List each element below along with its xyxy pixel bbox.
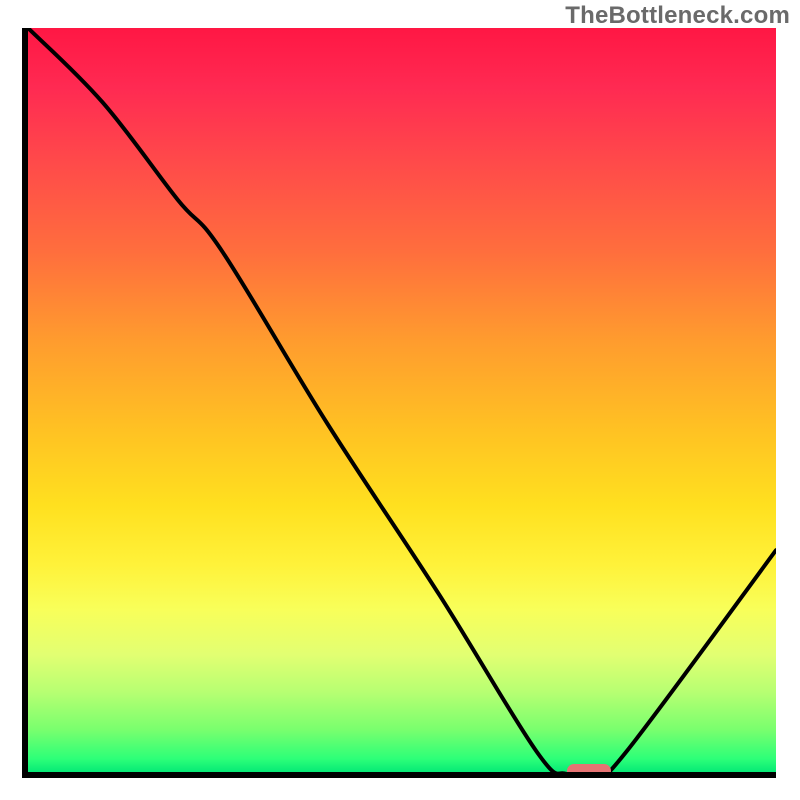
bottleneck-chart: TheBottleneck.com [0,0,800,800]
y-axis [22,28,28,774]
watermark-text: TheBottleneck.com [565,2,790,30]
plot-background-gradient [28,28,776,774]
x-axis [22,772,776,778]
